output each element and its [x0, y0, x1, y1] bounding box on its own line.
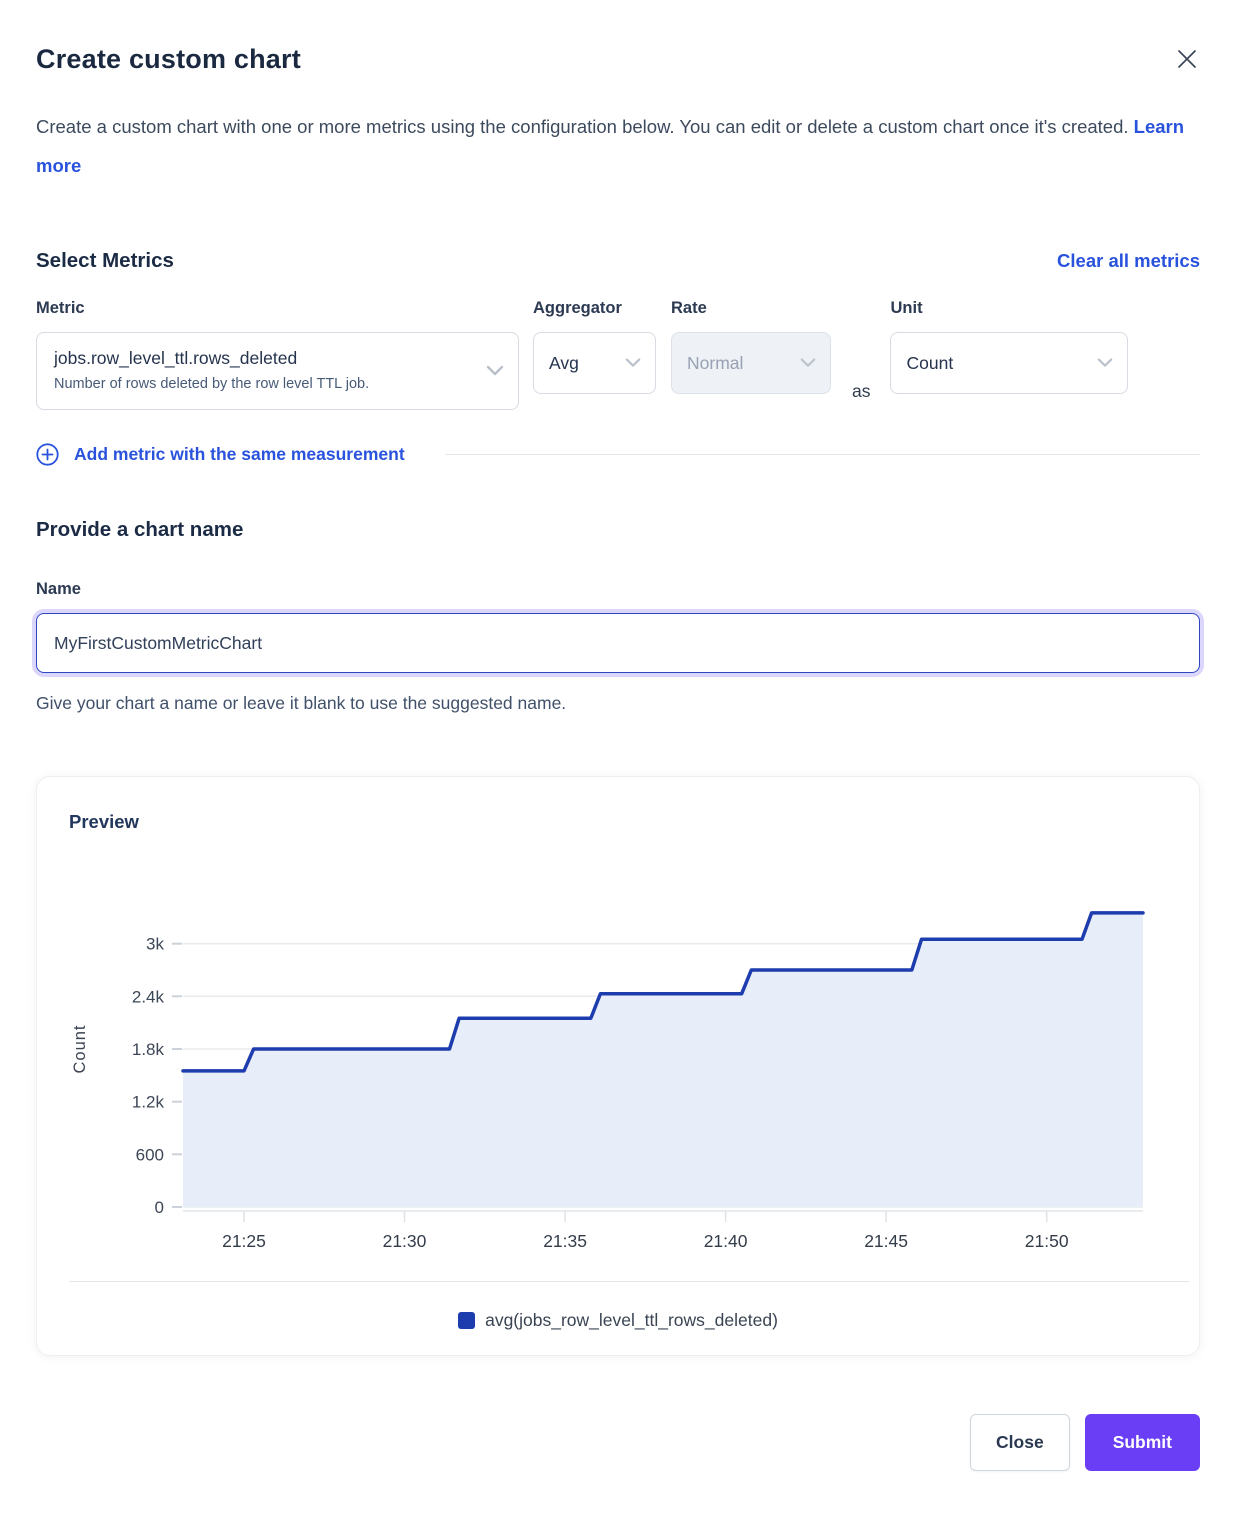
create-custom-chart-modal: Create custom chart Create a custom char…	[36, 44, 1200, 1471]
preview-chart-area: 0 600 1.2k 1.8k 2.4k 3k 21:25 21:30 21:35 21:40 21…	[37, 855, 1199, 1255]
svg-text:1.2k: 1.2k	[132, 1093, 165, 1112]
aggregator-select-value: Avg	[549, 353, 579, 374]
rate-field: Rate Normal	[671, 299, 831, 394]
legend-label: avg(jobs_row_level_ttl_rows_deleted)	[485, 1310, 778, 1331]
name-helper-text: Give your chart a name or leave it blank…	[36, 693, 1200, 714]
metric-label: Metric	[36, 299, 519, 318]
svg-text:2.4k: 2.4k	[132, 987, 165, 1006]
close-button[interactable]: Close	[970, 1414, 1070, 1471]
svg-text:21:35: 21:35	[543, 1231, 587, 1251]
svg-text:Count: Count	[71, 1024, 89, 1073]
legend-swatch	[458, 1312, 475, 1329]
name-label: Name	[36, 580, 1200, 599]
rate-label: Rate	[671, 299, 831, 318]
close-icon[interactable]	[1174, 46, 1200, 77]
chevron-down-icon	[1097, 358, 1113, 369]
svg-text:600: 600	[136, 1145, 164, 1164]
unit-field: Unit Count	[890, 299, 1128, 394]
divider	[69, 1281, 1189, 1282]
unit-select-value: Count	[906, 353, 953, 374]
svg-text:0: 0	[155, 1198, 164, 1217]
preview-heading: Preview	[37, 811, 1199, 833]
svg-text:21:30: 21:30	[383, 1231, 427, 1251]
metric-select[interactable]: jobs.row_level_ttl.rows_deleted Number o…	[36, 332, 519, 410]
preview-card: Preview 0 600 1.2k 1.8k 2.4k 3k 21:25 21:30 21:3…	[36, 776, 1200, 1356]
aggregator-field: Aggregator Avg	[533, 299, 656, 394]
svg-text:21:50: 21:50	[1025, 1231, 1069, 1251]
svg-text:21:40: 21:40	[704, 1231, 748, 1251]
svg-text:21:45: 21:45	[864, 1231, 908, 1251]
preview-chart: 0 600 1.2k 1.8k 2.4k 3k 21:25 21:30 21:35 21:40 21…	[68, 855, 1168, 1255]
chevron-down-icon	[625, 358, 641, 369]
aggregator-select[interactable]: Avg	[533, 332, 656, 394]
submit-button[interactable]: Submit	[1085, 1414, 1200, 1471]
rate-select-value: Normal	[687, 353, 743, 374]
divider	[445, 454, 1200, 455]
chevron-down-icon	[800, 358, 816, 369]
select-metrics-heading: Select Metrics	[36, 249, 174, 273]
page-title: Create custom chart	[36, 44, 301, 75]
modal-description-text: Create a custom chart with one or more m…	[36, 116, 1129, 137]
metric-field: Metric jobs.row_level_ttl.rows_deleted N…	[36, 299, 519, 410]
chevron-down-icon	[486, 365, 504, 377]
chart-name-heading: Provide a chart name	[36, 518, 1200, 542]
add-metric-link[interactable]: Add metric with the same measurement	[36, 443, 405, 466]
name-input[interactable]	[36, 613, 1200, 673]
chart-legend: avg(jobs_row_level_ttl_rows_deleted)	[37, 1310, 1199, 1331]
svg-text:1.8k: 1.8k	[132, 1040, 165, 1059]
svg-text:3k: 3k	[146, 935, 164, 954]
svg-text:21:25: 21:25	[222, 1231, 266, 1251]
plus-circle-icon	[36, 443, 59, 466]
clear-all-metrics-link[interactable]: Clear all metrics	[1057, 250, 1200, 272]
metric-select-description: Number of rows deleted by the row level …	[54, 375, 472, 393]
modal-description: Create a custom chart with one or more m…	[36, 107, 1200, 185]
rate-select[interactable]: Normal	[671, 332, 831, 394]
unit-select[interactable]: Count	[890, 332, 1128, 394]
aggregator-label: Aggregator	[533, 299, 656, 318]
add-metric-label: Add metric with the same measurement	[74, 444, 405, 465]
metric-select-value: jobs.row_level_ttl.rows_deleted	[54, 347, 472, 369]
as-label: as	[852, 381, 870, 410]
unit-label: Unit	[890, 299, 1128, 318]
